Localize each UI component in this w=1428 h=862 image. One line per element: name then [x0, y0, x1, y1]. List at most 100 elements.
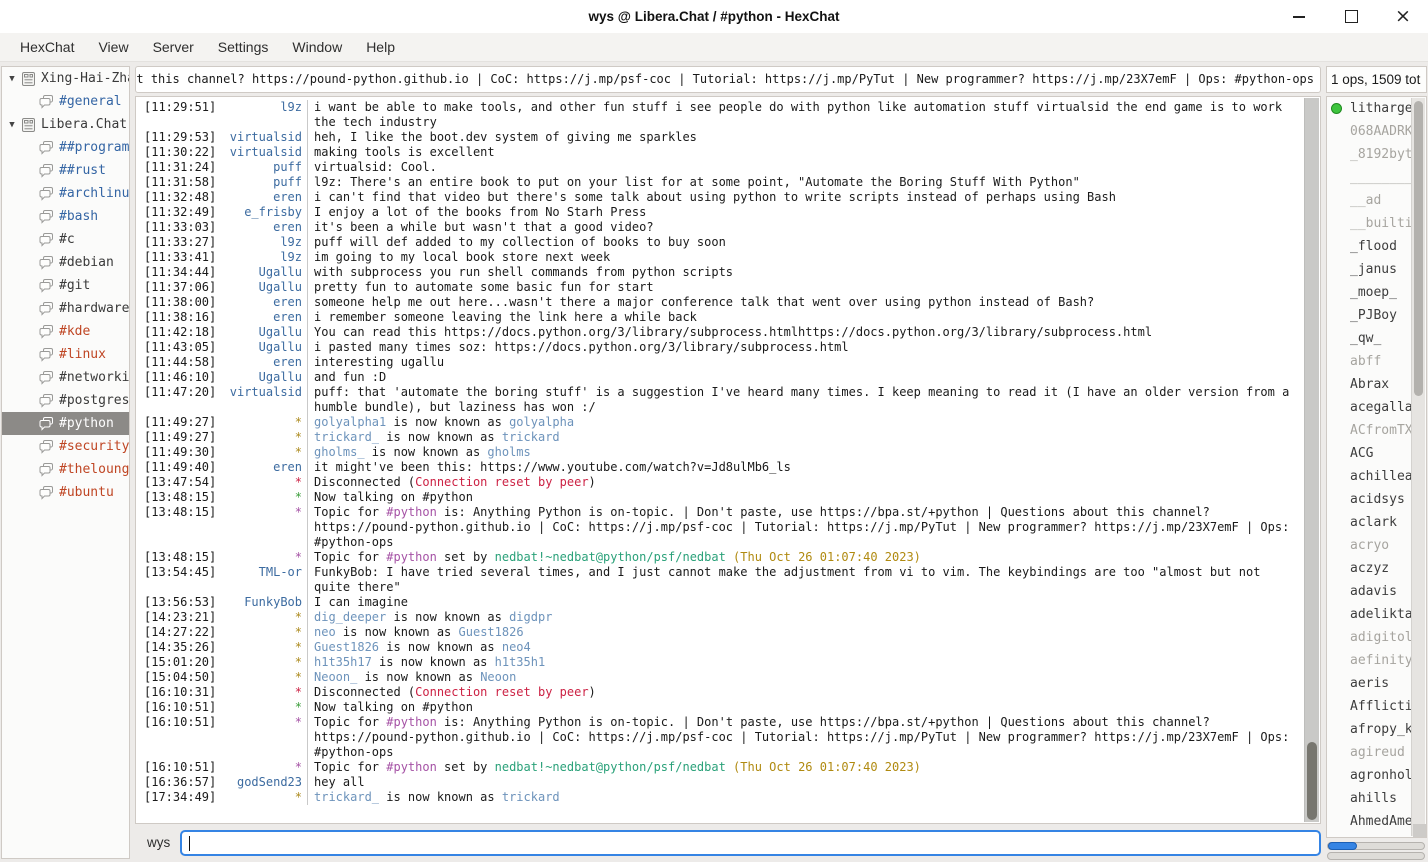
tree-item-label: #c	[59, 232, 75, 247]
chat-area: [11:29:51]l9zi want be able to make tool…	[135, 96, 1321, 824]
topic-bar[interactable]: about this channel? https://pound-python…	[135, 66, 1321, 93]
user-nick: __ad	[1350, 193, 1381, 208]
tree-channel--c[interactable]: #c	[2, 228, 129, 251]
channel-icon	[38, 279, 54, 293]
tree-channel--thelounge[interactable]: #thelounge	[2, 458, 129, 481]
title-bar[interactable]: wys @ Libera.Chat / #python - HexChat ×	[0, 0, 1428, 33]
tree-channel--debian[interactable]: #debian	[2, 251, 129, 274]
message-segment: #python	[386, 760, 437, 774]
message-input[interactable]	[180, 830, 1321, 856]
tree-channel--networking[interactable]: #networking	[2, 366, 129, 389]
tree-channel--python[interactable]: #python	[2, 412, 129, 435]
message-nick: l9z	[218, 235, 307, 250]
message-nick: eren	[218, 190, 307, 205]
message-timestamp: [11:31:24]	[136, 160, 218, 175]
message-segment: golyalpha1	[314, 415, 386, 429]
tree-channel--programming[interactable]: ##programming	[2, 136, 129, 159]
message-text: trickard_ is now known as trickard	[307, 790, 1303, 805]
chat-message: [16:10:51]*Topic for #python set by nedb…	[136, 760, 1303, 775]
message-segment: is now known as	[379, 430, 502, 444]
tree-expander-icon[interactable]: ▼	[5, 74, 19, 84]
message-segment: trickard	[502, 790, 560, 804]
message-text: Disconnected (Connection reset by peer)	[307, 475, 1303, 490]
channel-icon	[38, 486, 54, 500]
channel-icon	[38, 371, 54, 385]
op-status-icon	[1331, 103, 1342, 114]
menu-window[interactable]: Window	[280, 35, 354, 59]
minimize-button[interactable]	[1288, 6, 1310, 28]
message-text: Now talking on #python	[307, 490, 1303, 505]
chat-message: [11:44:58]ereninteresting ugallu	[136, 355, 1303, 370]
message-text: h1t35h17 is now known as h1t35h1	[307, 655, 1303, 670]
tree-channel--git[interactable]: #git	[2, 274, 129, 297]
chat-message: [11:29:51]l9zi want be able to make tool…	[136, 100, 1303, 130]
message-segment: and fun :D	[314, 370, 386, 384]
message-text: i can't find that video but there's some…	[307, 190, 1303, 205]
message-timestamp: [11:37:06]	[136, 280, 218, 295]
menu-hexchat[interactable]: HexChat	[8, 35, 86, 59]
userlist-scrollbar-thumb[interactable]	[1414, 101, 1423, 396]
tree-expander-icon[interactable]: ▼	[5, 120, 19, 130]
message-timestamp: [11:33:27]	[136, 235, 218, 250]
own-nick-label[interactable]: wys	[135, 835, 180, 850]
message-text: it's been a while but wasn't that a good…	[307, 220, 1303, 235]
message-segment: is now known as	[386, 610, 509, 624]
user-nick: _qw_	[1350, 331, 1381, 346]
tree-channel--postgresql[interactable]: #postgresql	[2, 389, 129, 412]
menu-help[interactable]: Help	[354, 35, 407, 59]
text-cursor	[189, 836, 190, 851]
message-segment: hey all	[314, 775, 365, 789]
message-text: dig_deeper is now known as digdpr	[307, 610, 1303, 625]
chat-message: [11:49:27]*trickard_ is now known as tri…	[136, 430, 1303, 445]
tree-channel--general[interactable]: #general	[2, 90, 129, 113]
menu-server[interactable]: Server	[141, 35, 206, 59]
tree-server-libera-chat[interactable]: ▼Libera.Chat	[2, 113, 129, 136]
user-list: litharge068AADRKN_8192byte__________ad__…	[1326, 96, 1427, 838]
message-segment: Guest1826	[459, 625, 524, 639]
menu-settings[interactable]: Settings	[206, 35, 281, 59]
message-nick: Ugallu	[218, 370, 307, 385]
chat-message: [11:30:22]virtualsidmaking tools is exce…	[136, 145, 1303, 160]
message-segment: Connection reset by peer	[415, 475, 588, 489]
tree-channel--security[interactable]: #security	[2, 435, 129, 458]
tree-server-xing-hai-zhan[interactable]: ▼Xing-Hai-Zhan	[2, 67, 129, 90]
chat-scrollbar-thumb[interactable]	[1307, 742, 1317, 820]
tree-channel--bash[interactable]: #bash	[2, 205, 129, 228]
channel-icon	[38, 302, 54, 316]
message-nick: Ugallu	[218, 280, 307, 295]
message-nick: *	[218, 490, 307, 505]
message-timestamp: [11:34:44]	[136, 265, 218, 280]
message-nick: godSend23	[218, 775, 307, 790]
message-nick: *	[218, 760, 307, 775]
close-button[interactable]: ×	[1392, 6, 1414, 28]
tree-channel--kde[interactable]: #kde	[2, 320, 129, 343]
message-segment	[726, 760, 733, 774]
message-timestamp: [11:47:20]	[136, 385, 218, 400]
chat-scrollbar[interactable]	[1304, 98, 1319, 822]
message-timestamp: [11:42:18]	[136, 325, 218, 340]
tree-channel--linux[interactable]: #linux	[2, 343, 129, 366]
user-nick: ________	[1350, 170, 1413, 185]
user-nick: aeris	[1350, 676, 1389, 691]
message-nick: FunkyBob	[218, 595, 307, 610]
message-segment: is: Anything Python is on-topic. | Don't…	[314, 715, 1289, 759]
user-nick: aclark	[1350, 515, 1397, 530]
message-timestamp: [15:01:20]	[136, 655, 218, 670]
message-segment: gholms_	[314, 445, 365, 459]
userlist-scrollbar[interactable]	[1411, 98, 1425, 836]
tree-channel--archlinux[interactable]: #archlinux	[2, 182, 129, 205]
tree-channel--rust[interactable]: ##rust	[2, 159, 129, 182]
message-segment: Topic for	[314, 760, 386, 774]
message-text: i remember someone leaving the link here…	[307, 310, 1303, 325]
message-text: FunkyBob: I have tried several times, an…	[307, 565, 1303, 595]
message-segment: You can read this https://docs.python.or…	[314, 325, 1152, 339]
message-segment: Disconnected (	[314, 685, 415, 699]
message-segment: )	[589, 685, 596, 699]
message-nick: *	[218, 625, 307, 640]
tree-channel--hardware[interactable]: #hardware	[2, 297, 129, 320]
user-nick: _flood	[1350, 239, 1397, 254]
maximize-button[interactable]	[1340, 6, 1362, 28]
message-segment: Topic for	[314, 505, 386, 519]
menu-view[interactable]: View	[86, 35, 140, 59]
tree-channel--ubuntu[interactable]: #ubuntu	[2, 481, 129, 504]
